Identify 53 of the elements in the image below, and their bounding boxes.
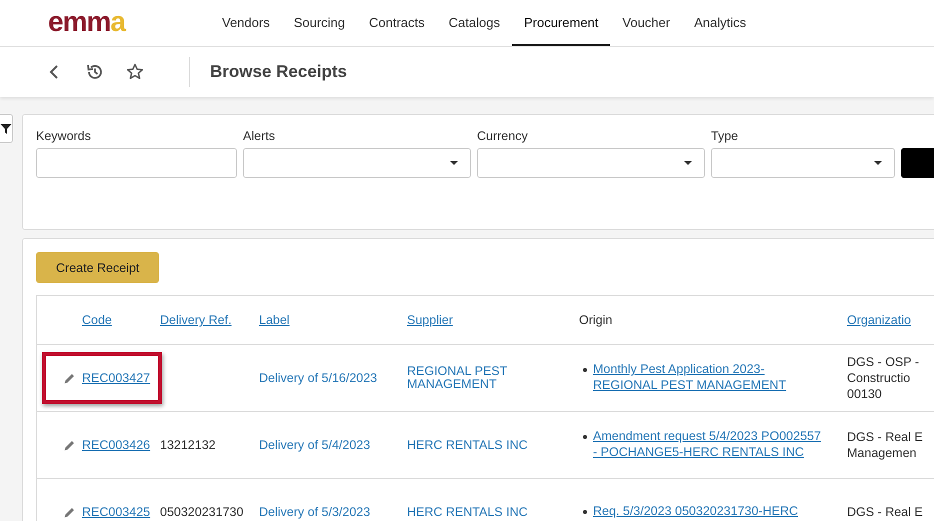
filter-label: Currency (477, 129, 529, 143)
receipt-code-link[interactable]: REC003425 (82, 505, 150, 519)
column-header-link[interactable]: Label (259, 313, 407, 327)
dropdown-caret-icon (684, 161, 692, 165)
supplier-text: HERC RENTALS INC (407, 438, 528, 452)
star-icon[interactable] (125, 62, 145, 82)
dropdown-field[interactable] (711, 148, 895, 178)
bullet-icon (583, 510, 587, 514)
column-header-link[interactable]: Code (82, 313, 160, 327)
pencil-icon[interactable] (63, 438, 76, 452)
column-header-link[interactable]: Organizatio (847, 313, 934, 327)
column-header-link[interactable]: Supplier (407, 313, 579, 327)
nav-tab[interactable]: Analytics (682, 0, 758, 46)
filter-label: Keywords (36, 129, 92, 143)
delivery-ref-text: 13212132 (160, 438, 216, 452)
supplier-text: REGIONAL PEST MANAGEMENT (407, 364, 508, 392)
receipt-code-link[interactable]: REC003427 (82, 371, 150, 385)
receipt-label-text: Delivery of 5/16/2023 (259, 371, 378, 385)
origin-link[interactable]: Amendment request 5/4/2023 PO002557 - POCHANGE5-HERC RENTALS INC (593, 429, 821, 461)
page-title: Browse Receipts (210, 62, 347, 82)
nav-tab[interactable]: Voucher (610, 0, 682, 46)
keywords-input[interactable] (36, 148, 237, 178)
nav-tab[interactable]: Vendors (210, 0, 282, 46)
supplier-text: HERC RENTALS INC (407, 506, 528, 520)
dropdown-field[interactable] (477, 148, 705, 178)
dropdown-caret-icon (450, 161, 458, 165)
receipt-label-text: Delivery of 5/3/2023 (259, 505, 370, 519)
column-header-link[interactable]: Delivery Ref. (160, 313, 259, 327)
receipt-code-link[interactable]: REC003426 (82, 438, 150, 452)
filter-label: Alerts (243, 129, 276, 143)
organization-text: DGS - OSP - Constructio 00130 (847, 354, 920, 402)
organization-text: DGS - Real E Managemen (847, 430, 923, 460)
bullet-icon (583, 368, 587, 372)
dropdown-field[interactable] (243, 148, 471, 178)
nav-tab[interactable]: Contracts (357, 0, 437, 46)
nav-tab[interactable]: Sourcing (282, 0, 358, 46)
pencil-icon[interactable] (63, 506, 76, 518)
emma-logo[interactable]: emma (48, 9, 148, 37)
origin-link[interactable]: Monthly Pest Application 2023- REGIONAL PEST MANAGEMENT (593, 362, 786, 394)
filter-icon (0, 122, 12, 134)
receipt-label-text: Delivery of 5/4/2023 (259, 438, 370, 452)
bullet-icon (583, 435, 587, 440)
history-icon[interactable] (85, 62, 105, 82)
dropdown-caret-icon (874, 161, 882, 165)
column-header: Origin (579, 313, 614, 327)
origin-link[interactable]: Req. 5/3/2023 050320231730-HERC (593, 504, 798, 520)
create-receipt-button[interactable]: Create Receipt (36, 252, 160, 283)
nav-tab[interactable]: Catalogs (436, 0, 512, 46)
pencil-icon[interactable] (63, 372, 76, 384)
filter-toggle-button[interactable] (0, 114, 13, 143)
organization-text: DGS - Real E (847, 504, 923, 519)
filter-label: Type (711, 129, 740, 143)
delivery-ref-text: 050320231730 (160, 505, 244, 519)
